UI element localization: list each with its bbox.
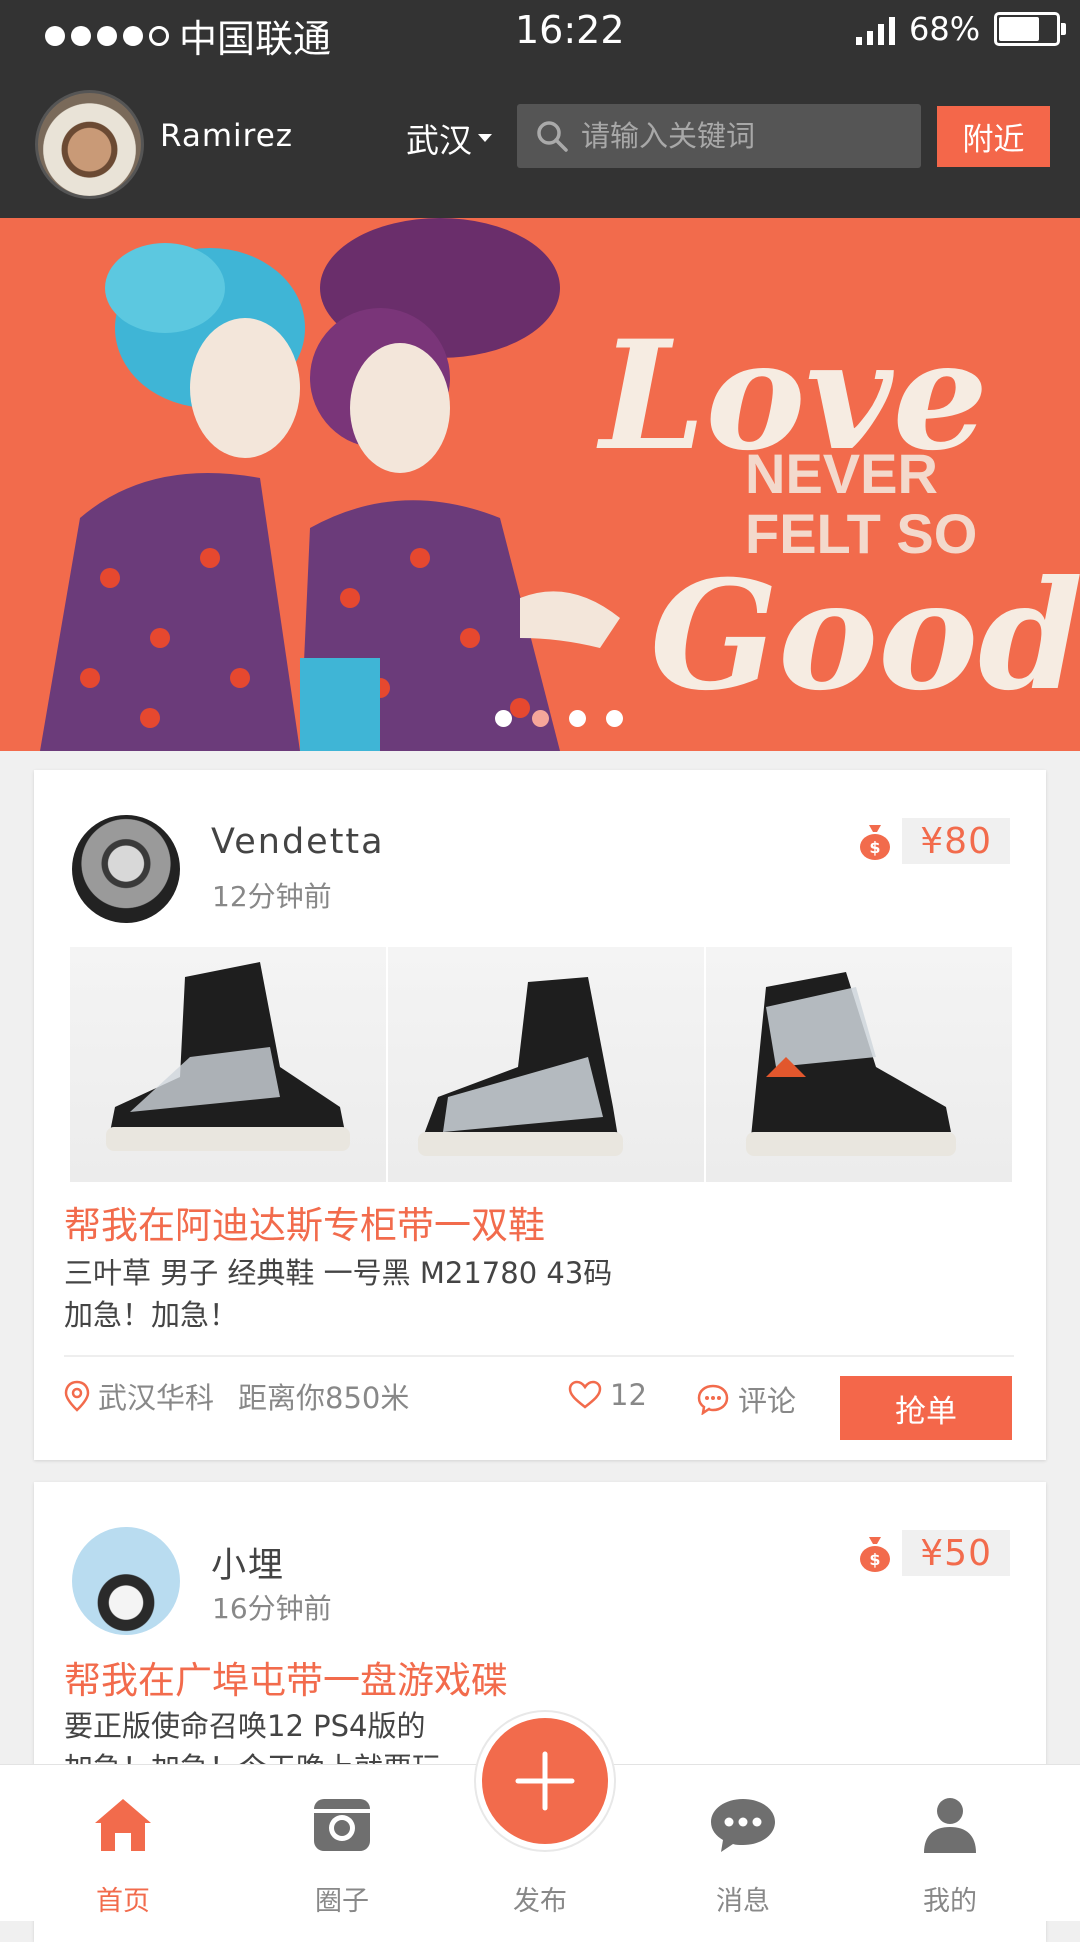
banner-dot[interactable] xyxy=(606,710,623,727)
reward-price: ¥50 xyxy=(902,1530,1010,1576)
comment-bubble-icon xyxy=(697,1384,729,1415)
banner-illustration: Love NEVER FELT SO Good! xyxy=(0,218,1080,751)
banner-dot[interactable] xyxy=(569,710,586,727)
distance-text: 距离你850米 xyxy=(238,1381,410,1415)
battery-status: 68% xyxy=(856,10,1067,48)
svg-text:$: $ xyxy=(870,1550,881,1569)
tab-messages[interactable]: 消息 xyxy=(673,1765,813,1921)
like-count: 12 xyxy=(610,1378,647,1412)
battery-icon xyxy=(994,12,1067,46)
user-icon xyxy=(924,1798,976,1853)
post-time: 12分钟前 xyxy=(212,880,332,913)
tab-label: 消息 xyxy=(716,1886,770,1917)
reward-badge: $ ¥80 xyxy=(858,818,1010,864)
post-image[interactable] xyxy=(706,947,1012,1182)
post-username: Vendetta xyxy=(211,822,385,862)
post-image[interactable] xyxy=(70,947,386,1182)
svg-text:$: $ xyxy=(870,838,881,857)
publish-button[interactable] xyxy=(476,1712,614,1850)
money-bag-icon: $ xyxy=(860,825,891,860)
post-description: 三叶草 男子 经典鞋 一号黑 M21780 43码 加急！加急！ xyxy=(64,1252,964,1336)
heart-icon xyxy=(568,1380,602,1409)
status-time: 16:22 xyxy=(515,8,625,52)
tab-home[interactable]: 首页 xyxy=(53,1765,193,1921)
promo-banner[interactable]: Love NEVER FELT SO Good! xyxy=(0,218,1080,751)
nearby-button[interactable]: 附近 xyxy=(937,106,1050,167)
user-avatar[interactable] xyxy=(72,1527,180,1635)
money-bag-icon: $ xyxy=(860,1537,891,1572)
battery-percent: 68% xyxy=(909,10,981,48)
tab-label: 圈子 xyxy=(315,1886,369,1917)
tab-label: 首页 xyxy=(96,1886,150,1917)
post-title[interactable]: 帮我在广埠屯带一盘游戏碟 xyxy=(64,1650,508,1704)
plus-icon xyxy=(515,1751,575,1811)
grab-order-button[interactable]: 抢单 xyxy=(840,1376,1012,1440)
svg-text:NEVER: NEVER xyxy=(745,442,938,505)
sneaker-image xyxy=(418,977,623,1156)
my-avatar[interactable] xyxy=(35,90,144,199)
city-selector[interactable]: 武汉 xyxy=(406,114,492,162)
post-description-line: 三叶草 男子 经典鞋 一号黑 M21780 43码 xyxy=(64,1256,613,1290)
like-button[interactable]: 12 xyxy=(568,1378,647,1412)
post-time: 16分钟前 xyxy=(212,1592,332,1625)
svg-text:Good!: Good! xyxy=(650,548,1080,724)
tab-label: 我的 xyxy=(923,1886,977,1917)
post-images xyxy=(70,947,1012,1182)
user-avatar[interactable] xyxy=(72,815,180,923)
post-location: 武汉华科 距离你850米 xyxy=(64,1375,409,1417)
my-username: Ramirez xyxy=(160,118,294,154)
reward-badge: $ ¥50 xyxy=(858,1530,1010,1576)
reward-price: ¥80 xyxy=(902,818,1010,864)
search-input[interactable] xyxy=(579,118,903,154)
signal-bars-icon xyxy=(856,13,895,45)
banner-dot-active[interactable] xyxy=(532,710,549,727)
carrier-status: 中国联通 xyxy=(45,8,331,63)
search-icon xyxy=(537,121,568,152)
carrier-name: 中国联通 xyxy=(179,17,332,61)
comment-label: 评论 xyxy=(738,1384,797,1418)
tab-label: 发布 xyxy=(513,1886,567,1917)
chat-bubble-icon xyxy=(711,1799,775,1852)
comment-button[interactable]: 评论 xyxy=(696,1378,796,1420)
post-username: 小埋 xyxy=(211,1546,286,1586)
post-image[interactable] xyxy=(388,947,704,1182)
chevron-down-icon xyxy=(478,134,492,142)
app-header: 中国联通 16:22 68% Ramirez 武汉 附近 xyxy=(0,0,1080,218)
sneaker-image xyxy=(106,962,350,1151)
banner-dot[interactable] xyxy=(495,710,512,727)
tab-circle[interactable]: 圈子 xyxy=(272,1765,412,1921)
tab-mine[interactable]: 我的 xyxy=(880,1765,1020,1921)
signal-dots-icon xyxy=(45,25,169,46)
divider xyxy=(64,1355,1014,1357)
banner-pagination xyxy=(495,710,623,727)
location-pin-icon xyxy=(64,1380,90,1412)
home-icon xyxy=(95,1799,151,1851)
post-card[interactable]: Vendetta 12分钟前 $ ¥80 帮我在阿迪达斯专柜带一双鞋 三叶草 男… xyxy=(34,770,1046,1460)
search-box[interactable] xyxy=(517,104,921,168)
camera-icon xyxy=(314,1799,370,1851)
post-title[interactable]: 帮我在阿迪达斯专柜带一双鞋 xyxy=(64,1195,545,1249)
post-description-line: 加急！加急！ xyxy=(64,1298,239,1332)
location-name: 武汉华科 xyxy=(98,1381,215,1415)
city-label: 武汉 xyxy=(406,121,472,160)
sneaker-image xyxy=(746,972,956,1156)
